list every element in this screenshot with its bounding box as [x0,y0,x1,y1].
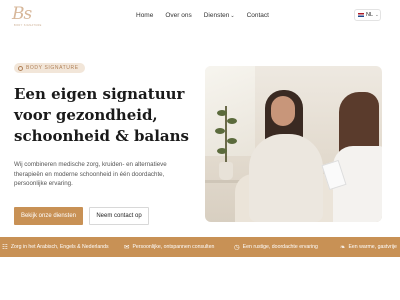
badge-icon [18,65,23,71]
photo-vase [219,162,233,180]
logo-subtitle: BODY SIGNATURE [14,24,42,27]
feature-languages: ☷ Zorg in het Arabisch, Engels & Nederla… [2,237,109,257]
chevron-down-icon: ⌄ [375,12,379,17]
nav-item-home[interactable]: Home [136,12,153,19]
feature-text: Een warme, gastvrije [348,244,397,250]
feature-text: Een rustige, doordachte ervaring [242,244,318,250]
feature-text: Zorg in het Arabisch, Engels & Nederland… [10,244,109,250]
photo-leaf [217,110,227,116]
photo-leaf [227,138,237,144]
language-selector[interactable]: NL ⌄ [354,9,381,21]
leaf-icon: ❧ [340,244,346,251]
features-strip: ☷ Zorg in het Arabisch, Engels & Nederla… [0,237,400,257]
chat-icon: ✉ [124,244,130,251]
hero-headline: Een eigen signatuur voor gezondheid, sch… [14,85,189,145]
feature-experience: ◷ Een rustige, doordachte ervaring [234,237,318,257]
brand-logo[interactable]: Bs BODY SIGNATURE [12,4,42,32]
logo-mark: Bs [12,4,32,24]
photo-leaf [217,148,227,154]
hero-photo [205,66,382,222]
view-services-button[interactable]: Bekijk onze diensten [14,207,83,225]
nav-item-contact[interactable]: Contact [247,12,269,19]
nav-item-diensten[interactable]: Diensten⌄ [204,12,235,19]
badge-label: BODY SIGNATURE [26,65,79,71]
chevron-down-icon: ⌄ [230,13,235,19]
hero-intro: Wij combineren medische zorg, kruiden- e… [14,161,167,187]
feature-hospitality: ❧ Een warme, gastvrije [340,237,397,257]
photo-leaf [215,128,225,134]
netherlands-flag-icon [358,13,364,17]
main-nav: Home Over ons Diensten⌄ Contact [136,12,269,19]
globe-icon: ☷ [2,244,8,251]
feature-text: Persoonlijke, ontspannen consulten [132,244,215,250]
feature-consults: ✉ Persoonlijke, ontspannen consulten [124,237,214,257]
photo-leaf [227,118,237,124]
hero-badge: BODY SIGNATURE [14,63,85,73]
nav-item-over-ons[interactable]: Over ons [165,12,191,19]
nav-item-diensten-label: Diensten [203,12,230,19]
contact-button[interactable]: Neem contact op [89,207,149,225]
photo-client-face [271,96,295,126]
clock-icon: ◷ [234,244,240,251]
language-code: NL [366,12,374,18]
photo-client [249,134,323,222]
